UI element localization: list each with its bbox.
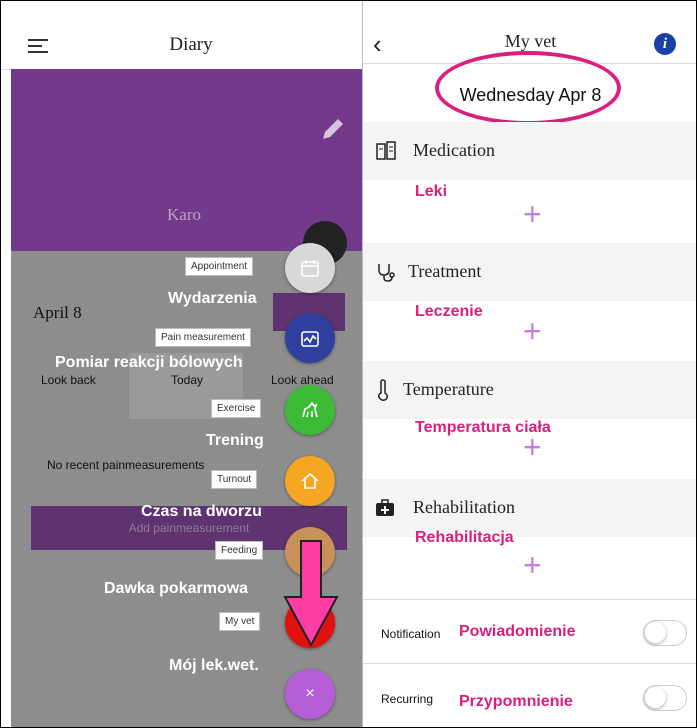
temperature-body: Temperatura ciała +	[363, 419, 696, 480]
annotation-rehabilitacja: Rehabilitacja	[415, 529, 514, 546]
fab-label-feeding[interactable]: Feeding	[215, 541, 264, 560]
row-label: Recurring	[381, 692, 434, 706]
notification-toggle[interactable]	[643, 620, 687, 646]
profile-name: Karo	[167, 205, 201, 224]
fab-label-my-vet[interactable]: My vet	[219, 612, 261, 631]
page-title: My vet	[504, 31, 557, 51]
my-vet-panel: ‹ My vet i Wednesday Apr 8 Medication Le…	[363, 1, 696, 727]
fab-label-exercise[interactable]: Exercise	[211, 399, 262, 418]
arrow-down-icon	[283, 540, 339, 647]
fab-label-pain-measurement[interactable]: Pain measurement	[155, 328, 251, 347]
tab-look-ahead[interactable]: Look ahead	[271, 373, 334, 387]
thermometer-icon	[378, 379, 388, 401]
calendar-icon[interactable]	[285, 243, 335, 293]
fab-label-turnout[interactable]: Turnout	[211, 470, 258, 489]
highlight-ellipse	[435, 51, 621, 125]
section-rehabilitation: Rehabilitation	[363, 479, 696, 538]
recurring-toggle[interactable]	[643, 685, 687, 711]
section-title: Temperature	[403, 379, 494, 399]
annotation-leczenie: Leczenie	[415, 303, 483, 320]
info-icon[interactable]: i	[654, 33, 676, 55]
fab-caption-feeding: Dawka pokarmowa	[104, 580, 249, 597]
fab-caption-turnout: Czas na dworzu	[141, 503, 262, 520]
pencil-icon[interactable]	[319, 115, 347, 143]
annotation-leki: Leki	[415, 183, 448, 200]
section-treatment: Treatment	[363, 243, 696, 302]
fab-label-appointment[interactable]: Appointment	[185, 257, 254, 276]
fab-caption-appointment: Wydarzenia	[168, 290, 257, 307]
add-treatment-button[interactable]: +	[523, 315, 542, 347]
section-medication: Medication	[363, 122, 696, 181]
page-title: Diary	[169, 34, 213, 55]
fab-caption-pain-measurement: Pomiar reakcji bólowych	[55, 354, 243, 371]
row-label: Notification	[381, 627, 441, 641]
diary-panel: Diary Karo April 8 Look back Today Look …	[1, 1, 363, 727]
medication-body: Leki +	[363, 180, 696, 244]
recurring-row: Recurring Przypomnienie	[363, 667, 696, 727]
first-aid-icon	[376, 499, 394, 516]
empty-state-text: No recent painmeasurements	[47, 458, 205, 472]
fab-caption-exercise: Trening	[206, 432, 264, 449]
app-screenshot: Diary Karo April 8 Look back Today Look …	[0, 0, 697, 728]
add-medication-button[interactable]: +	[523, 198, 542, 230]
treatment-body: Leczenie +	[363, 301, 696, 362]
stethoscope-icon	[378, 264, 395, 282]
horse-icon[interactable]	[285, 385, 335, 435]
house-icon[interactable]	[285, 456, 335, 506]
section-title: Rehabilitation	[413, 497, 515, 517]
diary-header: Diary	[1, 1, 363, 70]
tab-look-back[interactable]: Look back	[41, 373, 96, 387]
fab-caption-my-vet: Mój lek.wet.	[169, 657, 259, 674]
section-title: Treatment	[408, 261, 482, 281]
section-title: Medication	[413, 140, 495, 160]
add-rehabilitation-button[interactable]: +	[523, 549, 542, 581]
date-label: April 8	[33, 303, 82, 322]
notification-row: Notification Powiadomienie	[363, 601, 696, 664]
section-temperature: Temperature	[363, 361, 696, 420]
annotation-powiadomienie: Powiadomienie	[459, 623, 576, 640]
pill-icon	[376, 141, 396, 160]
annotation-przypomnienie: Przypomnienie	[459, 693, 573, 710]
chart-icon[interactable]	[285, 313, 335, 363]
add-temperature-button[interactable]: +	[523, 431, 542, 463]
rehabilitation-body: Rehabilitacja +	[363, 529, 696, 600]
close-icon[interactable]: ×	[285, 669, 335, 719]
tab-today[interactable]: Today	[171, 373, 203, 387]
